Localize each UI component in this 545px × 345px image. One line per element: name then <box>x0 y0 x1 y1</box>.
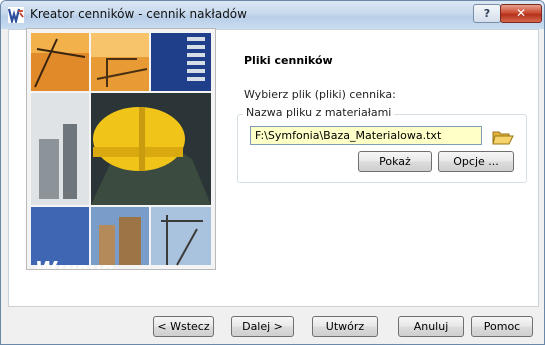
window-title: Kreator cenników - cennik nakładów <box>30 7 247 21</box>
wizard-window: Kreator cenników - cennik nakładów ? ✕ W… <box>0 0 545 345</box>
title-bar[interactable]: Kreator cenników - cennik nakładów ? ✕ <box>1 1 544 29</box>
materials-file-input[interactable] <box>250 126 482 145</box>
groupbox-legend: Nazwa pliku z materiałami <box>243 106 395 119</box>
help-button[interactable]: Pomoc <box>471 316 533 337</box>
next-button[interactable]: Dalej > <box>231 316 294 337</box>
wizard-banner-image: WINBUD <box>26 28 216 270</box>
options-button[interactable]: Opcje ... <box>438 151 514 172</box>
show-button[interactable]: Pokaż <box>358 151 432 172</box>
winbud-app-icon <box>8 7 24 23</box>
open-folder-icon[interactable] <box>492 127 514 147</box>
help-title-button[interactable]: ? <box>473 4 501 23</box>
file-groupbox <box>237 114 527 183</box>
instruction-text: Wybierz plik (pliki) cennika: <box>244 88 396 101</box>
close-button[interactable]: ✕ <box>500 4 542 23</box>
create-button[interactable]: Utwórz <box>312 316 378 337</box>
cancel-button[interactable]: Anuluj <box>398 316 464 337</box>
back-button[interactable]: < Wstecz <box>153 316 214 337</box>
winbud-logo: WINBUD <box>35 257 114 270</box>
footer-separator <box>8 306 537 307</box>
section-title: Pliki cenników <box>244 54 333 67</box>
construction-collage <box>31 33 211 266</box>
